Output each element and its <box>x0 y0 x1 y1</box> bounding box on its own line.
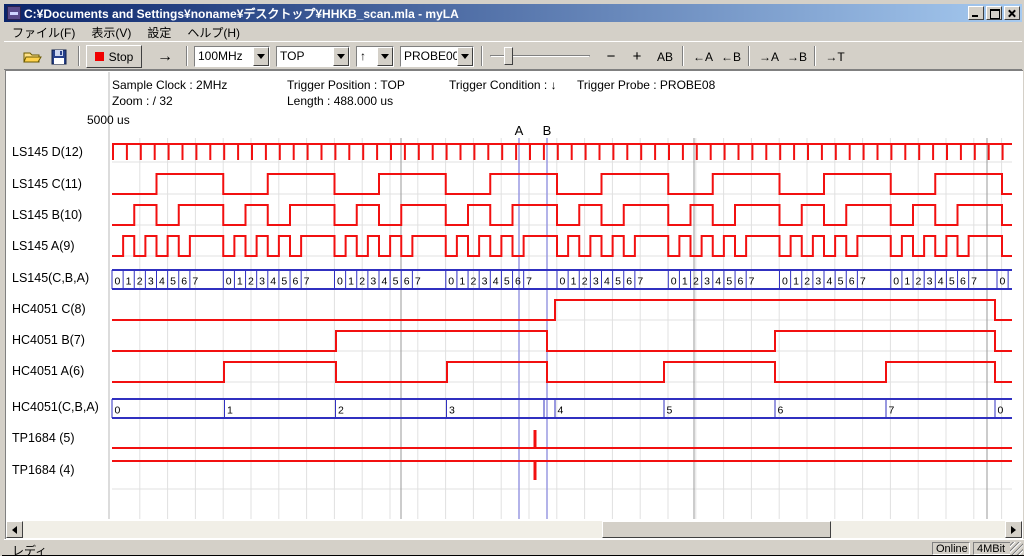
status-bar: レディ Online 4MBit <box>4 539 1024 555</box>
close-button[interactable] <box>1004 6 1020 20</box>
goto-prev-a-button[interactable]: ←A <box>690 45 716 68</box>
trigger-position-info: Trigger Position : TOP <box>287 78 405 92</box>
right-arrow-icon <box>1011 526 1020 534</box>
scrollbar-thumb[interactable] <box>602 521 831 538</box>
maximize-button[interactable] <box>986 6 1002 20</box>
time-ruler-label: 5000 us <box>87 113 130 127</box>
open-folder-icon <box>23 49 43 65</box>
open-file-button[interactable] <box>20 45 46 68</box>
chevron-down-icon <box>461 54 469 63</box>
signal-label: LS145 D(12) <box>12 145 83 159</box>
menu-settings[interactable]: 設定 <box>139 23 179 42</box>
status-ready-text: レディ <box>12 542 47 556</box>
window-title: C:¥Documents and Settings¥noname¥デスクトップ¥… <box>24 5 968 22</box>
toolbar-separator <box>748 46 750 66</box>
stop-icon <box>95 52 104 61</box>
goto-next-a-button[interactable]: →A <box>756 45 782 68</box>
signal-label: HC4051(C,B,A) <box>12 400 99 414</box>
status-online: Online <box>932 542 970 555</box>
trigger-edge-combo[interactable]: ↑ <box>356 46 394 67</box>
goto-trigger-button[interactable]: →T <box>822 45 848 68</box>
toolbar-separator <box>481 46 483 66</box>
resize-grip[interactable] <box>1010 542 1023 555</box>
signal-label: TP1684 (5) <box>12 431 75 445</box>
save-button[interactable] <box>46 45 72 68</box>
floppy-disk-icon <box>51 49 67 65</box>
menu-file[interactable]: ファイル(F) <box>4 23 83 42</box>
goto-next-b-button[interactable]: →B <box>784 45 810 68</box>
zoom-out-button[interactable]: − <box>600 45 622 68</box>
signal-label: LS145 A(9) <box>12 239 75 253</box>
left-arrow-icon <box>8 526 17 534</box>
app-window: C:¥Documents and Settings¥noname¥デスクトップ¥… <box>0 0 1024 556</box>
title-bar[interactable]: C:¥Documents and Settings¥noname¥デスクトップ¥… <box>4 4 1022 22</box>
signal-label: LS145(C,B,A) <box>12 271 89 285</box>
chevron-down-icon <box>381 54 389 63</box>
trigger-probe-info: Trigger Probe : PROBE08 <box>577 78 715 92</box>
status-memory: 4MBit <box>973 542 1015 555</box>
scroll-right-button[interactable] <box>1005 521 1022 538</box>
signal-label: LS145 B(10) <box>12 208 82 222</box>
signal-label: HC4051 A(6) <box>12 364 84 378</box>
toolbar-separator <box>814 46 816 66</box>
horizontal-scrollbar[interactable] <box>6 521 1022 538</box>
menu-view[interactable]: 表示(V) <box>83 23 139 42</box>
toolbar: Stop → 100MHz TOP ↑ PROBE00 − + AB ←A ←B <box>4 41 1022 70</box>
signal-label: HC4051 C(8) <box>12 302 86 316</box>
zoom-ab-button[interactable]: AB <box>652 45 678 68</box>
scroll-left-button[interactable] <box>6 521 23 538</box>
menu-bar: ファイル(F) 表示(V) 設定 ヘルプ(H) <box>4 23 1022 41</box>
sample-clock-combo[interactable]: 100MHz <box>194 46 270 67</box>
minimize-button[interactable] <box>968 6 984 20</box>
signal-label: HC4051 B(7) <box>12 333 85 347</box>
trigger-probe-combo[interactable]: PROBE00 <box>400 46 474 67</box>
chevron-down-icon <box>257 54 265 63</box>
zoom-info: Zoom : / 32 <box>112 94 173 108</box>
length-info: Length : 488.000 us <box>287 94 393 108</box>
signal-label: TP1684 (4) <box>12 463 75 477</box>
trigger-condition-info: Trigger Condition : ↓ <box>449 78 557 92</box>
chevron-down-icon <box>337 54 345 63</box>
run-button[interactable]: → <box>150 45 180 68</box>
app-icon <box>7 6 21 20</box>
waveform-area[interactable] <box>5 70 1023 539</box>
right-arrow-icon: → <box>157 48 173 66</box>
toolbar-separator <box>186 46 188 66</box>
zoom-slider-thumb[interactable] <box>504 47 513 65</box>
menu-help[interactable]: ヘルプ(H) <box>179 23 248 42</box>
goto-prev-b-button[interactable]: ←B <box>718 45 744 68</box>
toolbar-separator <box>682 46 684 66</box>
signal-label: LS145 C(11) <box>12 177 82 191</box>
sample-clock-info: Sample Clock : 2MHz <box>112 78 227 92</box>
trigger-position-combo[interactable]: TOP <box>276 46 350 67</box>
toolbar-separator <box>78 46 80 66</box>
zoom-in-button[interactable]: + <box>626 45 648 68</box>
stop-button[interactable]: Stop <box>86 45 142 68</box>
